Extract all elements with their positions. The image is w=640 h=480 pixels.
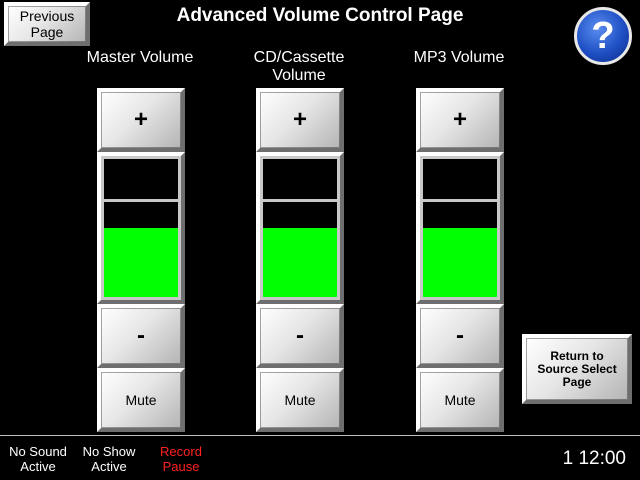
cd-cassette-volume-up-button[interactable]: +	[256, 88, 344, 152]
master-volume-down-button[interactable]: -	[97, 304, 185, 368]
return-to-source-select-button[interactable]: Return to Source Select Page	[522, 334, 632, 404]
previous-page-button[interactable]: Previous Page	[4, 2, 90, 46]
master-mute-button[interactable]: Mute	[97, 368, 185, 432]
question-mark-icon: ?	[591, 14, 615, 57]
cd-cassette-volume-label: CD/Cassette Volume	[253, 49, 345, 84]
mp3-volume-meter	[416, 152, 504, 304]
help-button[interactable]: ?	[574, 7, 632, 65]
cd-cassette-mute-button[interactable]: Mute	[256, 368, 344, 432]
show-status: No Show Active	[82, 444, 136, 474]
record-status: Record Pause	[160, 444, 202, 474]
cd-cassette-volume-meter	[256, 152, 344, 304]
mp3-volume-label: MP3 Volume	[413, 49, 505, 66]
master-volume-meter	[97, 152, 185, 304]
status-divider	[0, 435, 640, 436]
master-volume-label: Master Volume	[86, 49, 194, 66]
page-title: Advanced Volume Control Page	[176, 5, 464, 26]
master-volume-up-button[interactable]: +	[97, 88, 185, 152]
mp3-volume-up-button[interactable]: +	[416, 88, 504, 152]
sound-status: No Sound Active	[9, 444, 67, 474]
mp3-volume-down-button[interactable]: -	[416, 304, 504, 368]
cd-cassette-volume-level	[263, 228, 337, 297]
mp3-mute-button[interactable]: Mute	[416, 368, 504, 432]
clock: 1 12:00	[562, 448, 626, 469]
mp3-volume-level	[423, 228, 497, 297]
master-volume-level	[104, 228, 178, 297]
cd-cassette-volume-down-button[interactable]: -	[256, 304, 344, 368]
